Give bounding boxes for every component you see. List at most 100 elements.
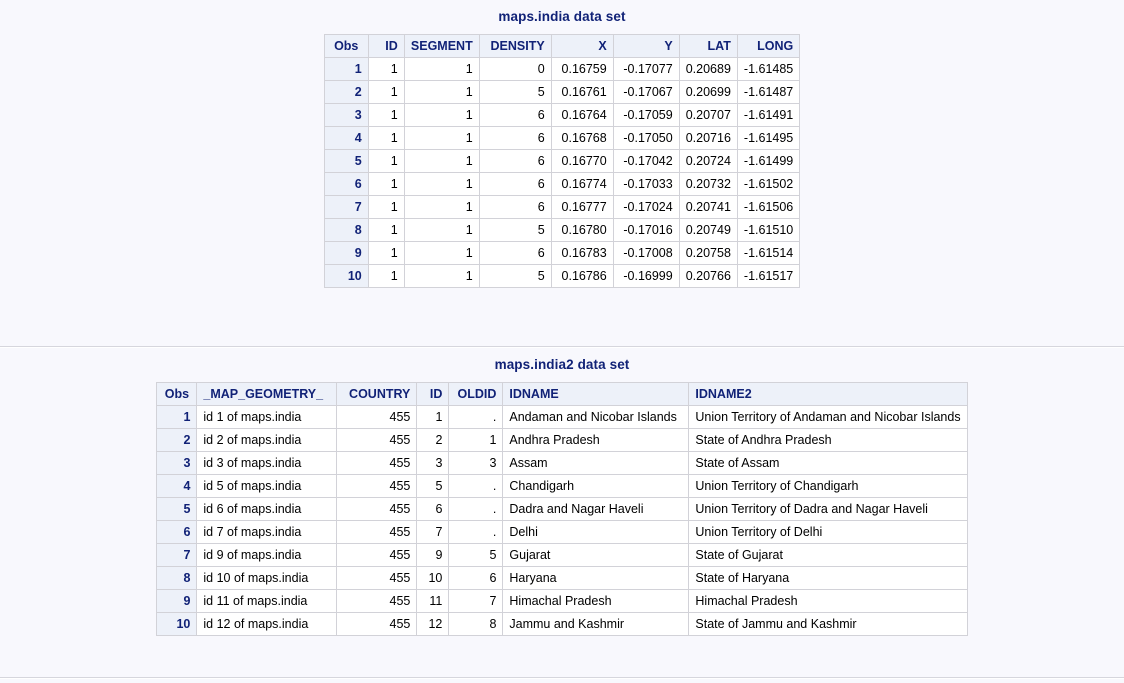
cell-oldid: 7 bbox=[448, 589, 504, 613]
cell-x: 0.16770 bbox=[550, 149, 614, 173]
cell-density: 6 bbox=[478, 126, 552, 150]
section-divider-bottom bbox=[0, 677, 1124, 679]
cell-density: 6 bbox=[478, 103, 552, 127]
cell-map-geometry: id 7 of maps.india bbox=[196, 520, 338, 544]
cell-segment: 1 bbox=[403, 103, 480, 127]
cell-density: 6 bbox=[478, 172, 552, 196]
cell-idname2: State of Jammu and Kashmir bbox=[688, 612, 968, 636]
table-row: 9 id 11 of maps.india 455 11 7 Himachal Prade… bbox=[156, 589, 968, 613]
table-row: 6 id 7 of maps.india 455 7. Delhi Union Terri… bbox=[156, 520, 968, 544]
cell-density: 5 bbox=[478, 218, 552, 242]
cell-segment: 1 bbox=[403, 195, 480, 219]
table-row: 7 1 1 6 0.16777 -0.17024 0.20741 -1.61506 bbox=[323, 195, 801, 219]
cell-id: 1 bbox=[367, 218, 405, 242]
column-header-id: ID bbox=[367, 34, 405, 58]
column-header-y: Y bbox=[612, 34, 680, 58]
cell-map-geometry: id 3 of maps.india bbox=[196, 451, 338, 475]
cell-lat: 0.20724 bbox=[678, 149, 738, 173]
cell-id: 1 bbox=[367, 57, 405, 81]
table-row: 6 1 1 6 0.16774 -0.17033 0.20732 -1.61502 bbox=[323, 172, 801, 196]
cell-country: 455 bbox=[336, 566, 418, 590]
column-header-obs: Obs bbox=[156, 382, 198, 406]
table-body-maps-india: 1 1 1 0 0.16759 -0.17077 0.20689 -1.61485 2 1 1 5 0.… bbox=[323, 57, 801, 288]
cell-y: -0.17042 bbox=[612, 149, 680, 173]
cell-x: 0.16780 bbox=[550, 218, 614, 242]
cell-long: -1.61491 bbox=[736, 103, 801, 127]
column-header-long: LONG bbox=[736, 34, 801, 58]
table-row: 10 1 1 5 0.16786 -0.16999 0.20766 -1.61517 bbox=[323, 264, 801, 288]
cell-long: -1.61514 bbox=[736, 241, 801, 265]
cell-country: 455 bbox=[336, 451, 418, 475]
table-head-maps-india: Obs ID SEGMENT DENSITY X Y LAT LONG bbox=[323, 34, 801, 58]
cell-long: -1.61485 bbox=[736, 57, 801, 81]
cell-segment: 1 bbox=[403, 264, 480, 288]
row-obs-number: 1 bbox=[323, 57, 369, 81]
cell-segment: 1 bbox=[403, 57, 480, 81]
cell-oldid: 1 bbox=[448, 428, 504, 452]
section-maps-india: maps.india data set Obs ID SEGMENT DENSITY X… bbox=[0, 0, 1124, 347]
cell-oldid: . bbox=[448, 474, 504, 498]
cell-map-geometry: id 1 of maps.india bbox=[196, 405, 338, 429]
row-obs-number: 1 bbox=[156, 405, 198, 429]
cell-id: 1 bbox=[416, 405, 450, 429]
cell-oldid: 5 bbox=[448, 543, 504, 567]
cell-y: -0.17067 bbox=[612, 80, 680, 104]
table-head-maps-india2: Obs _MAP_GEOMETRY_ COUNTRY ID OLDID IDNAME IDN… bbox=[156, 382, 968, 406]
column-header-density: DENSITY bbox=[478, 34, 552, 58]
table-row: 8 1 1 5 0.16780 -0.17016 0.20749 -1.61510 bbox=[323, 218, 801, 242]
table-header-row: Obs _MAP_GEOMETRY_ COUNTRY ID OLDID IDNAME IDN… bbox=[156, 382, 968, 406]
cell-id: 1 bbox=[367, 264, 405, 288]
row-obs-number: 4 bbox=[323, 126, 369, 150]
cell-segment: 1 bbox=[403, 80, 480, 104]
cell-long: -1.61502 bbox=[736, 172, 801, 196]
cell-y: -0.17059 bbox=[612, 103, 680, 127]
cell-y: -0.17077 bbox=[612, 57, 680, 81]
cell-id: 1 bbox=[367, 172, 405, 196]
row-obs-number: 10 bbox=[323, 264, 369, 288]
cell-id: 3 bbox=[416, 451, 450, 475]
cell-country: 455 bbox=[336, 497, 418, 521]
cell-map-geometry: id 2 of maps.india bbox=[196, 428, 338, 452]
column-header-lat: LAT bbox=[678, 34, 738, 58]
sas-output-page: maps.india data set Obs ID SEGMENT DENSITY X… bbox=[0, 0, 1124, 683]
cell-idname: Dadra and Nagar Haveli bbox=[502, 497, 690, 521]
table-wrap-maps-india: Obs ID SEGMENT DENSITY X Y LAT LONG 1 1 1 0 0.16759… bbox=[0, 24, 1124, 288]
cell-id: 5 bbox=[416, 474, 450, 498]
cell-country: 455 bbox=[336, 405, 418, 429]
table-header-row: Obs ID SEGMENT DENSITY X Y LAT LONG bbox=[323, 34, 801, 58]
table-row: 1 1 1 0 0.16759 -0.17077 0.20689 -1.61485 bbox=[323, 57, 801, 81]
cell-idname2: Himachal Pradesh bbox=[688, 589, 968, 613]
cell-country: 455 bbox=[336, 589, 418, 613]
cell-lat: 0.20707 bbox=[678, 103, 738, 127]
row-obs-number: 2 bbox=[156, 428, 198, 452]
cell-density: 5 bbox=[478, 80, 552, 104]
cell-map-geometry: id 10 of maps.india bbox=[196, 566, 338, 590]
table-body-maps-india2: 1 id 1 of maps.india 455 1. Andaman and Nico… bbox=[156, 405, 968, 636]
cell-y: -0.17033 bbox=[612, 172, 680, 196]
column-header-oldid: OLDID bbox=[448, 382, 504, 406]
cell-idname: Assam bbox=[502, 451, 690, 475]
cell-map-geometry: id 5 of maps.india bbox=[196, 474, 338, 498]
cell-country: 455 bbox=[336, 543, 418, 567]
page-title-maps-india2: maps.india2 data set bbox=[494, 357, 630, 372]
cell-id: 2 bbox=[416, 428, 450, 452]
cell-idname: Himachal Pradesh bbox=[502, 589, 690, 613]
cell-segment: 1 bbox=[403, 218, 480, 242]
cell-idname: Gujarat bbox=[502, 543, 690, 567]
cell-idname: Andhra Pradesh bbox=[502, 428, 690, 452]
cell-lat: 0.20699 bbox=[678, 80, 738, 104]
section-maps-india2: maps.india2 data set Obs _MAP_GEOMETRY_ CO… bbox=[0, 348, 1124, 678]
row-obs-number: 10 bbox=[156, 612, 198, 636]
cell-lat: 0.20749 bbox=[678, 218, 738, 242]
cell-idname2: State of Haryana bbox=[688, 566, 968, 590]
cell-x: 0.16774 bbox=[550, 172, 614, 196]
cell-idname2: Union Territory of Andaman and Nicobar I… bbox=[688, 405, 968, 429]
table-row: 7 id 9 of maps.india 455 9 5 Gujarat State of … bbox=[156, 543, 968, 567]
cell-y: -0.17050 bbox=[612, 126, 680, 150]
cell-density: 6 bbox=[478, 241, 552, 265]
cell-country: 455 bbox=[336, 428, 418, 452]
cell-idname2: State of Gujarat bbox=[688, 543, 968, 567]
column-header-idname2: IDNAME2 bbox=[688, 382, 968, 406]
table-row: 1 id 1 of maps.india 455 1. Andaman and Nico… bbox=[156, 405, 968, 429]
table-wrap-maps-india2: Obs _MAP_GEOMETRY_ COUNTRY ID OLDID IDNAME IDN… bbox=[0, 372, 1124, 636]
